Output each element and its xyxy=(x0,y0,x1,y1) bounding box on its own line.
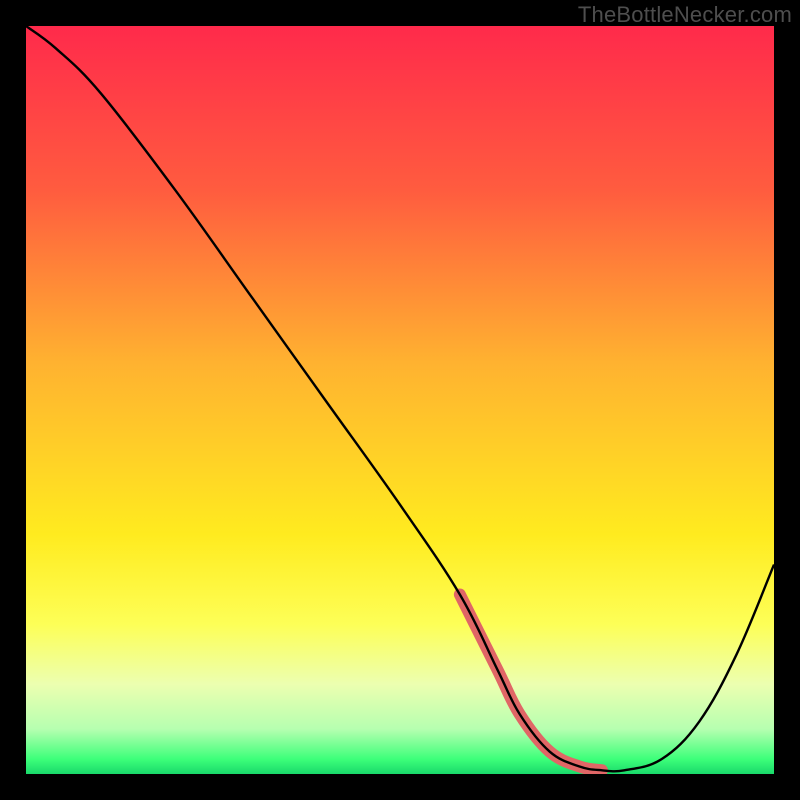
plot-area xyxy=(26,26,774,774)
gradient-background xyxy=(26,26,774,774)
chart-svg xyxy=(26,26,774,774)
watermark-text: TheBottleNecker.com xyxy=(578,2,792,28)
chart-container: TheBottleNecker.com xyxy=(0,0,800,800)
